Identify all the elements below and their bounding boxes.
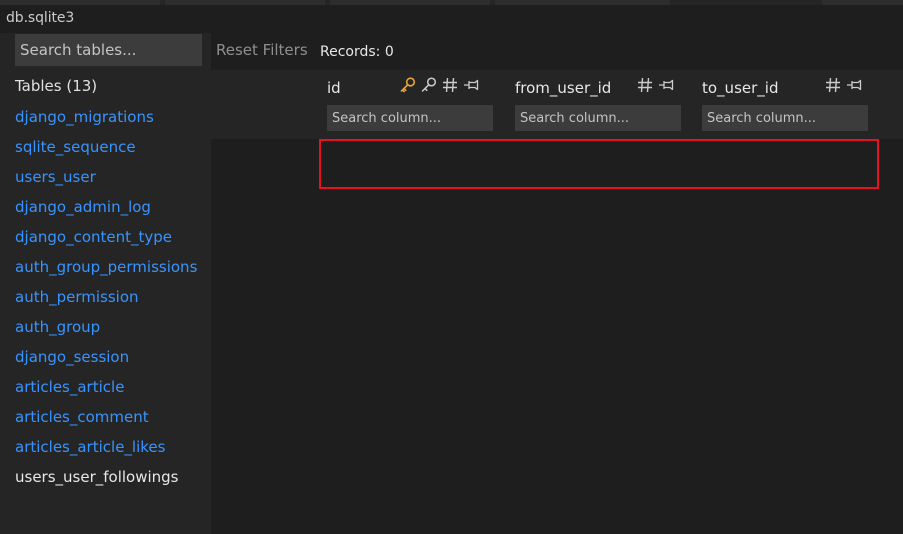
number-type-icon bbox=[441, 75, 459, 95]
search-column-to-user-id[interactable] bbox=[702, 105, 868, 131]
reset-filters-button[interactable]: Reset Filters bbox=[216, 41, 308, 59]
database-title: db.sqlite3 bbox=[6, 10, 75, 26]
column-icons-id bbox=[399, 74, 480, 96]
table-item-sqlite-sequence[interactable]: sqlite_sequence bbox=[15, 137, 197, 167]
table-item-django-content-type[interactable]: django_content_type bbox=[15, 227, 197, 257]
table-item-articles-article-likes[interactable]: articles_article_likes bbox=[15, 437, 197, 467]
table-item-users-user-followings[interactable]: users_user_followings bbox=[15, 467, 197, 497]
table-item-django-session[interactable]: django_session bbox=[15, 347, 197, 377]
column-header-from-user-id[interactable]: from_user_id bbox=[515, 79, 611, 97]
primary-key-icon bbox=[399, 75, 417, 95]
tables-header: Tables (13) bbox=[15, 77, 98, 95]
key-icon bbox=[420, 75, 438, 95]
number-type-icon bbox=[824, 75, 842, 95]
table-item-articles-comment[interactable]: articles_comment bbox=[15, 407, 197, 437]
table-item-users-user[interactable]: users_user bbox=[15, 167, 197, 197]
pin-icon[interactable] bbox=[462, 75, 480, 95]
pin-icon[interactable] bbox=[845, 75, 863, 95]
records-count: Records: 0 bbox=[320, 44, 394, 60]
search-column-id[interactable] bbox=[327, 105, 493, 131]
empty-results-highlight bbox=[319, 139, 879, 189]
table-item-articles-article[interactable]: articles_article bbox=[15, 377, 197, 407]
table-item-auth-permission[interactable]: auth_permission bbox=[15, 287, 197, 317]
table-item-auth-group[interactable]: auth_group bbox=[15, 317, 197, 347]
pin-icon[interactable] bbox=[657, 75, 675, 95]
table-item-django-admin-log[interactable]: django_admin_log bbox=[15, 197, 197, 227]
top-tab-strip bbox=[0, 0, 903, 5]
column-header-to-user-id[interactable]: to_user_id bbox=[702, 79, 778, 97]
search-column-from-user-id[interactable] bbox=[515, 105, 681, 131]
column-header-id[interactable]: id bbox=[327, 79, 341, 97]
table-item-auth-group-permissions[interactable]: auth_group_permissions bbox=[15, 257, 197, 287]
search-tables-input[interactable] bbox=[15, 34, 202, 66]
table-list: django_migrations sqlite_sequence users_… bbox=[15, 107, 197, 497]
table-item-django-migrations[interactable]: django_migrations bbox=[15, 107, 197, 137]
column-icons-from-user-id bbox=[636, 74, 675, 96]
number-type-icon bbox=[636, 75, 654, 95]
column-icons-to-user-id bbox=[824, 74, 863, 96]
